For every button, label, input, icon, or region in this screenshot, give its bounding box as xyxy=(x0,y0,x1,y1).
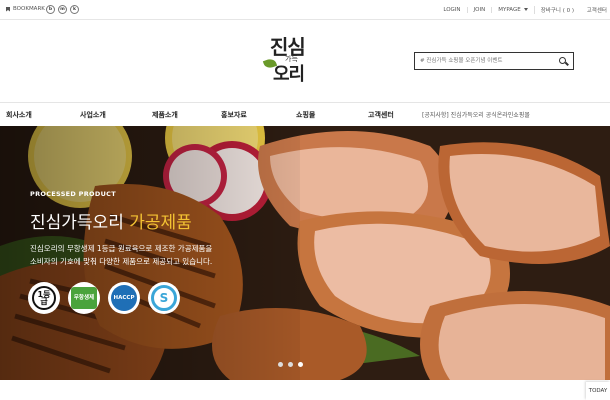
certification-badges: 1등급 무항생제 HACCP S xyxy=(28,282,180,314)
top-utility-bar: BOOKMARK b m k LOGIN JOIN MYPAGE 장바구니 ( … xyxy=(0,0,610,20)
search-input[interactable] xyxy=(415,54,555,68)
cart-link[interactable]: 장바구니 ( 0 ) xyxy=(533,6,580,14)
slider-dot[interactable] xyxy=(288,362,293,367)
haccp-badge: HACCP xyxy=(108,282,140,314)
s-mark-badge-text: S xyxy=(151,285,177,311)
search-box xyxy=(414,52,574,70)
hero-description: 진심오리의 무항생제 1등급 원료육으로 제조한 가공제품을 소비자의 기호에 … xyxy=(30,242,212,268)
header: 진심 가득 오리 xyxy=(0,21,610,101)
nav-item-products[interactable]: 제품소개 xyxy=(152,110,178,120)
nav-item-company[interactable]: 회사소개 xyxy=(6,110,32,120)
search-button[interactable] xyxy=(557,55,570,68)
grade1-badge: 1등급 xyxy=(28,282,60,314)
mypage-label: MYPAGE xyxy=(498,7,521,13)
hero-label: PROCESSED PRODUCT xyxy=(30,190,116,198)
customer-center-link[interactable]: 고객센터 xyxy=(587,6,607,14)
chevron-down-icon xyxy=(523,8,528,11)
search-icon-handle xyxy=(565,61,569,66)
nav-item-business[interactable]: 사업소개 xyxy=(80,110,106,120)
hero-desc-line: 진심오리의 무항생제 1등급 원료육으로 제조한 가공제품을 xyxy=(30,244,213,253)
slider-dot[interactable] xyxy=(278,362,283,367)
antibiotic-free-badge-text: 무항생제 xyxy=(71,287,97,309)
slider-dot-active[interactable] xyxy=(298,362,303,367)
hero-desc-line: 소비자의 기호에 맞춰 다양한 제품으로 제공되고 있습니다. xyxy=(30,257,213,266)
login-link[interactable]: LOGIN xyxy=(437,7,466,13)
hero-headline: 진심가득오리 가공제품 xyxy=(30,208,192,233)
join-link[interactable]: JOIN xyxy=(466,7,492,13)
bookmark-label: BOOKMARK xyxy=(13,6,45,12)
bookmark-icon xyxy=(6,6,10,12)
media-icon[interactable]: m xyxy=(58,5,67,14)
logo[interactable]: 진심 가득 오리 xyxy=(261,31,321,91)
bookmark-link[interactable]: BOOKMARK xyxy=(6,6,45,12)
hero-headline-main: 진심가득오리 xyxy=(30,213,130,233)
slider-dots xyxy=(278,362,303,367)
s-mark-badge: S xyxy=(148,282,180,314)
antibiotic-free-badge: 무항생제 xyxy=(68,282,100,314)
kakao-icon[interactable]: k xyxy=(70,5,79,14)
nav-item-shop[interactable]: 쇼핑몰 xyxy=(296,110,315,120)
account-links: LOGIN JOIN MYPAGE 장바구니 ( 0 ) xyxy=(437,6,580,14)
hero-banner: PROCESSED PRODUCT 진심가득오리 가공제품 진심오리의 무항생제… xyxy=(0,126,610,380)
blog-icon[interactable]: b xyxy=(46,5,55,14)
today-viewed-button[interactable]: TODAY xyxy=(586,382,610,400)
nav-item-pr[interactable]: 홍보자료 xyxy=(221,110,247,120)
page: BOOKMARK b m k LOGIN JOIN MYPAGE 장바구니 ( … xyxy=(0,0,610,400)
haccp-badge-text: HACCP xyxy=(111,285,137,311)
main-nav: 회사소개 사업소개 제품소개 홍보자료 쇼핑몰 고객센터 [공지사항] 진심가득… xyxy=(0,102,610,126)
hero-headline-accent: 가공제품 xyxy=(129,213,192,233)
mypage-link[interactable]: MYPAGE xyxy=(491,7,533,13)
sns-links: b m k xyxy=(46,5,79,14)
grade1-badge-text: 1등급 xyxy=(32,286,56,310)
nav-item-support[interactable]: 고객센터 xyxy=(368,110,394,120)
notice-ticker[interactable]: [공지사항] 진심가득오리 공식온라인쇼핑몰 xyxy=(422,110,582,119)
logo-text-bottom: 오리 xyxy=(273,64,305,85)
